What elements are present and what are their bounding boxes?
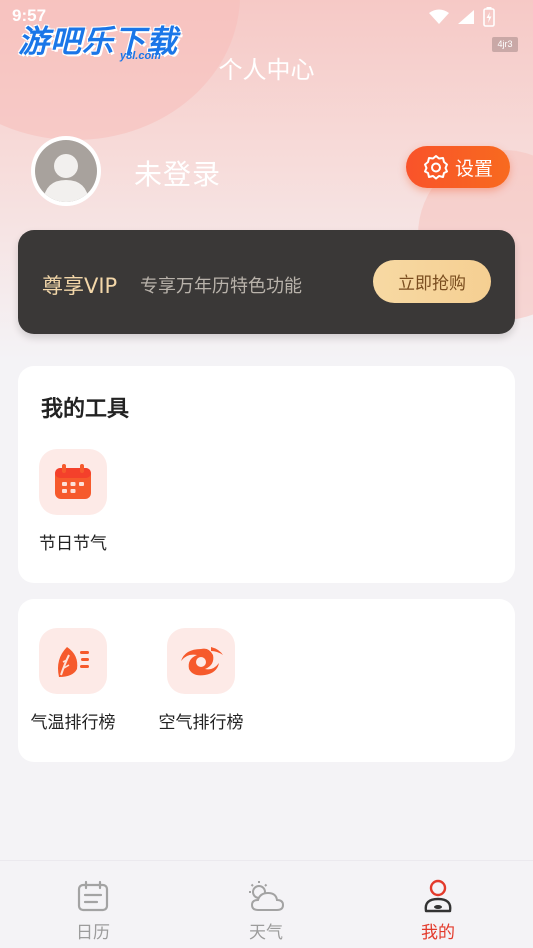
calendar-icon (77, 880, 109, 912)
typhoon-icon (181, 647, 223, 676)
login-status-text[interactable]: 未登录 (134, 153, 221, 193)
tab-label: 天气 (249, 923, 283, 943)
tool-festivals[interactable]: 节日节气 (18, 449, 128, 554)
battery-icon (483, 7, 495, 27)
settings-button[interactable]: 设置 (406, 146, 510, 188)
tool-icon-box (39, 449, 107, 515)
avatar[interactable] (31, 136, 101, 206)
settings-label: 设置 (454, 157, 493, 180)
leaf-icon (58, 647, 89, 677)
weather-icon (249, 881, 285, 911)
signal-icon (458, 10, 474, 24)
default-avatar-icon (43, 154, 89, 202)
tab-mine[interactable]: 我的 (378, 879, 498, 943)
ranking-panel: 气温排行榜 空气排行榜 (18, 599, 515, 762)
vip-title: 尊享VIP (42, 274, 118, 298)
profile-icon (424, 879, 452, 913)
tool-icon-box (39, 628, 107, 694)
wifi-icon (429, 9, 449, 24)
tool-icon-box (167, 628, 235, 694)
calendar-icon (55, 464, 91, 499)
tab-label: 我的 (421, 923, 455, 943)
tool-temperature-ranking[interactable]: 气温排行榜 (18, 628, 128, 733)
tab-label: 日历 (76, 923, 110, 943)
status-icons (429, 7, 495, 27)
page-title: 个人中心 (218, 56, 315, 84)
gear-icon (423, 155, 448, 180)
tool-label: 空气排行榜 (158, 713, 244, 733)
my-tools-panel: 我的工具 节日节气 (18, 366, 515, 583)
section-title: 我的工具 (41, 397, 130, 422)
tool-air-ranking[interactable]: 空气排行榜 (146, 628, 256, 733)
vip-description: 专享万年历特色功能 (140, 276, 302, 297)
tool-label: 节日节气 (39, 534, 107, 554)
tab-calendar[interactable]: 日历 (33, 879, 153, 943)
tool-label: 气温排行榜 (30, 713, 116, 733)
buy-vip-button[interactable]: 立即抢购 (373, 260, 491, 303)
bottom-tab-bar: 日历 天气 我的 (0, 860, 533, 948)
vip-banner[interactable]: 尊享VIP 专享万年历特色功能 立即抢购 (18, 230, 515, 334)
tab-weather[interactable]: 天气 (206, 879, 326, 943)
